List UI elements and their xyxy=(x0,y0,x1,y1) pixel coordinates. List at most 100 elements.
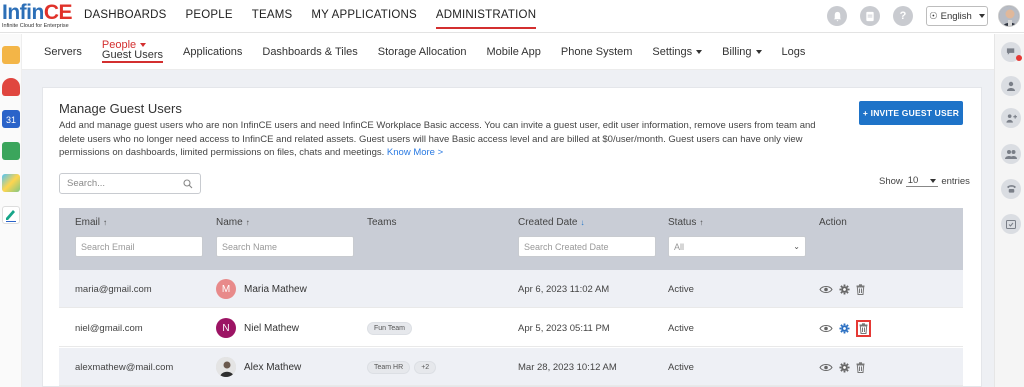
chat-icon[interactable] xyxy=(1001,42,1022,62)
language-selector[interactable]: ☉ English xyxy=(926,6,988,26)
row-created-date: Apr 6, 2023 11:02 AM xyxy=(518,283,610,295)
logo-text: InfinCE xyxy=(2,1,73,24)
row-name-text: Niel Mathew xyxy=(244,322,300,334)
user-avatar[interactable] xyxy=(998,5,1020,27)
calendar-app-icon[interactable]: 31 xyxy=(2,110,20,128)
nav-dashboards[interactable]: DASHBOARDS xyxy=(84,0,167,33)
table-row: alexmathew@mail.com Alex Mathew Team HR … xyxy=(59,348,963,386)
infince-logo[interactable]: InfinCE Infinite Cloud for Enterprise xyxy=(2,1,73,31)
top-navbar: InfinCE Infinite Cloud for Enterprise DA… xyxy=(0,0,1024,33)
search-input[interactable]: Search... xyxy=(59,173,201,194)
logo-tagline: Infinite Cloud for Enterprise xyxy=(2,23,69,29)
subnav-logs[interactable]: Logs xyxy=(782,46,806,58)
row-name: M Maria Mathew xyxy=(216,270,307,308)
filter-name-placeholder: Search Name xyxy=(222,241,278,252)
col-status[interactable]: Status ↑ xyxy=(668,217,703,228)
row-email: niel@gmail.com xyxy=(75,322,143,334)
contact-icon[interactable] xyxy=(1001,76,1021,96)
chevron-down-icon xyxy=(930,178,937,183)
page-description: Add and manage guest users who are non I… xyxy=(59,119,829,160)
col-email-label: Email xyxy=(75,217,101,228)
subnav-applications[interactable]: Applications xyxy=(183,46,242,58)
page-size-select[interactable]: 10 xyxy=(905,175,939,187)
chevron-down-icon xyxy=(140,43,147,48)
trash-icon[interactable] xyxy=(856,283,865,295)
team-chip[interactable]: Team HR xyxy=(367,360,411,374)
search-icon xyxy=(183,178,193,188)
col-created-label: Created Date xyxy=(518,217,578,228)
gear-icon[interactable] xyxy=(839,283,850,295)
view-icon[interactable] xyxy=(819,324,833,333)
nav-administration[interactable]: ADMINISTRATION xyxy=(435,0,537,33)
help-icon[interactable]: ? xyxy=(893,6,913,26)
row-status: Active xyxy=(668,283,694,295)
entries-label: entries xyxy=(941,175,970,187)
page-title: Manage Guest Users xyxy=(59,101,182,116)
page-size-control: Show 10 entries xyxy=(879,175,970,187)
col-teams: Teams xyxy=(367,217,397,228)
row-actions xyxy=(819,348,865,386)
photos-app-icon[interactable] xyxy=(2,174,20,192)
clipboard-icon[interactable] xyxy=(860,6,880,26)
know-more-link[interactable]: Know More > xyxy=(387,147,443,158)
avatar: N xyxy=(216,318,236,338)
row-status: Active xyxy=(668,322,694,334)
folder-app-icon[interactable] xyxy=(2,46,20,64)
col-name[interactable]: Name ↑ xyxy=(216,217,250,228)
row-status: Active xyxy=(668,361,694,373)
col-email[interactable]: Email ↑ xyxy=(75,217,107,228)
phone-icon[interactable] xyxy=(1001,179,1021,199)
subnav-servers[interactable]: Servers xyxy=(44,46,82,58)
row-actions xyxy=(819,309,871,347)
admin-subnav: Servers People Guest Users Applications … xyxy=(22,34,994,70)
gear-icon[interactable] xyxy=(839,361,850,373)
more-teams-chip[interactable]: +2 xyxy=(414,360,437,374)
subnav-storage-allocation[interactable]: Storage Allocation xyxy=(378,46,467,58)
page-size-value: 10 xyxy=(907,175,919,186)
filter-created-date-input[interactable]: Search Created Date xyxy=(518,236,656,257)
team-chip[interactable]: Fun Team xyxy=(367,321,412,335)
right-rail xyxy=(994,34,1024,387)
calendar-check-icon[interactable] xyxy=(1001,214,1021,234)
view-icon[interactable] xyxy=(819,363,833,372)
col-created-date[interactable]: Created Date ↓ xyxy=(518,217,584,228)
filter-name-input[interactable]: Search Name xyxy=(216,236,354,257)
subnav-people[interactable]: People Guest Users xyxy=(101,40,164,63)
tasks-app-icon[interactable] xyxy=(2,142,20,160)
col-name-label: Name xyxy=(216,217,243,228)
notification-bell-icon[interactable] xyxy=(827,6,847,26)
subnav-dashboards-tiles[interactable]: Dashboards & Tiles xyxy=(262,46,357,58)
group-icon[interactable] xyxy=(1001,144,1021,164)
subnav-guest-users[interactable]: Guest Users xyxy=(101,50,164,63)
filter-email-placeholder: Search Email xyxy=(81,241,135,252)
main-content: Manage Guest Users Add and manage guest … xyxy=(22,70,994,387)
subnav-mobile-app[interactable]: Mobile App xyxy=(486,46,540,58)
trash-icon[interactable] xyxy=(856,319,871,337)
subnav-billing-label: Billing xyxy=(722,45,752,58)
mail-app-icon[interactable] xyxy=(2,78,20,96)
row-name: N Niel Mathew xyxy=(216,309,299,347)
filter-email-input[interactable]: Search Email xyxy=(75,236,203,257)
avatar: M xyxy=(216,279,236,299)
filter-created-placeholder: Search Created Date xyxy=(524,241,609,252)
notes-app-icon[interactable] xyxy=(2,206,20,224)
gear-icon[interactable] xyxy=(839,322,850,334)
nav-my-applications[interactable]: MY APPLICATIONS xyxy=(311,0,416,33)
trash-icon[interactable] xyxy=(856,361,865,373)
row-email: alexmathew@mail.com xyxy=(75,361,174,373)
subnav-phone-system[interactable]: Phone System xyxy=(561,46,633,58)
avatar xyxy=(216,357,236,377)
view-icon[interactable] xyxy=(819,285,833,294)
filter-status-select[interactable]: All ⌄ xyxy=(668,236,806,257)
subnav-settings[interactable]: Settings xyxy=(652,46,703,58)
globe-icon: ☉ xyxy=(929,10,938,22)
invite-guest-user-button[interactable]: + INVITE GUEST USER xyxy=(859,101,963,125)
nav-people[interactable]: PEOPLE xyxy=(186,0,233,33)
chevron-down-icon xyxy=(755,49,762,54)
user-add-icon[interactable] xyxy=(1001,108,1021,128)
subnav-billing[interactable]: Billing xyxy=(722,45,762,58)
nav-teams[interactable]: TEAMS xyxy=(252,0,293,33)
chevron-down-icon: ⌄ xyxy=(793,242,800,251)
sort-up-icon: ↑ xyxy=(699,218,704,227)
row-created-date: Apr 5, 2023 05:11 PM xyxy=(518,322,610,334)
